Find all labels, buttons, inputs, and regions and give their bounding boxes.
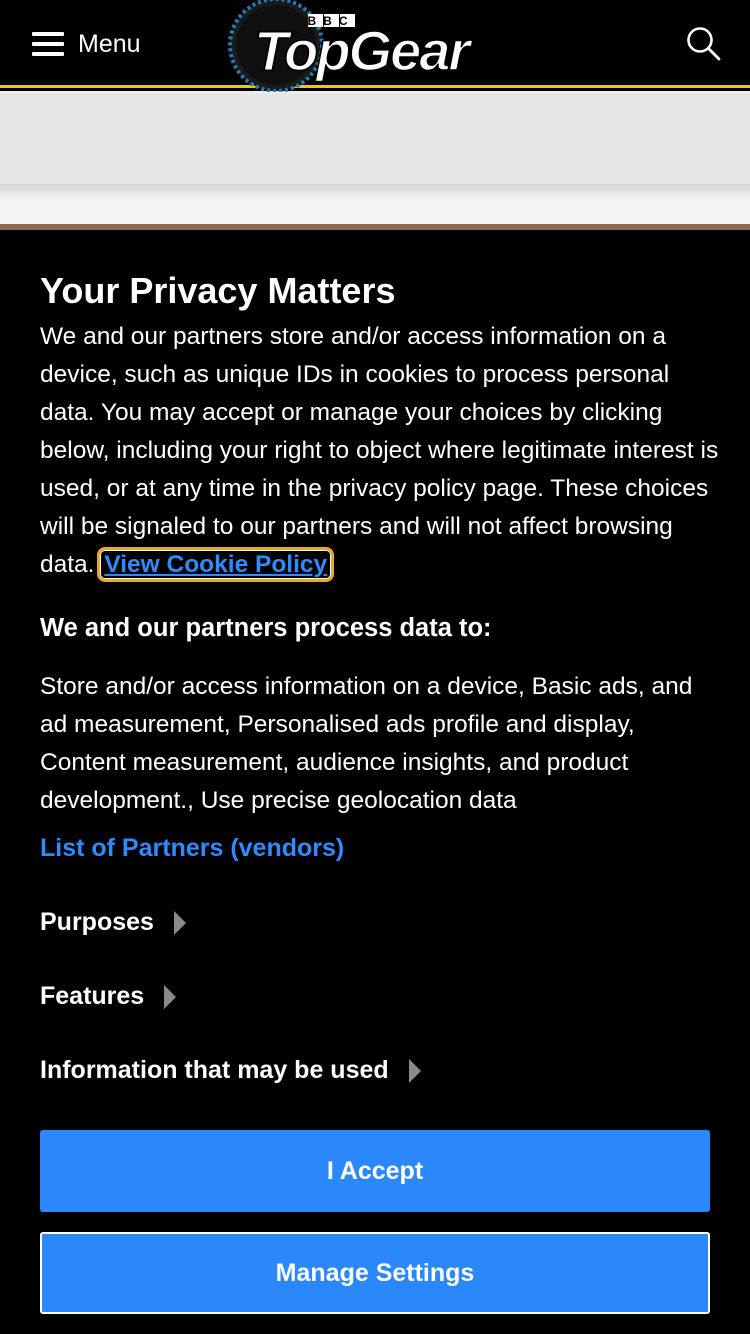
features-label: Features <box>40 982 145 1010</box>
privacy-consent-panel: Your Privacy Matters We and our partners… <box>0 230 750 1334</box>
caret-right-icon <box>408 1058 421 1083</box>
page-background-shadow <box>0 184 750 198</box>
menu-label: Menu <box>78 29 141 58</box>
list-of-partners-link[interactable]: List of Partners (vendors) <box>40 834 344 863</box>
process-data-list: Store and/or access information on a dev… <box>40 673 693 814</box>
manage-settings-button[interactable]: Manage Settings <box>40 1232 710 1314</box>
page-background-shade <box>0 94 750 186</box>
search-button[interactable] <box>684 24 724 64</box>
information-used-label: Information that may be used <box>40 1056 389 1084</box>
view-cookie-policy-link[interactable]: View Cookie Policy <box>97 547 335 582</box>
consent-description: We and our partners store and/or access … <box>40 318 720 584</box>
process-data-heading: We and our partners process data to: <box>40 614 492 642</box>
consent-description-text: We and our partners store and/or access … <box>40 323 719 578</box>
topgear-logo[interactable]: BBC TopGear <box>226 0 530 92</box>
search-icon <box>687 27 721 61</box>
purposes-label: Purposes <box>40 908 154 936</box>
consent-title: Your Privacy Matters <box>40 270 396 311</box>
page-background-light <box>0 198 750 224</box>
purposes-expander[interactable]: Purposes <box>40 908 186 937</box>
caret-right-icon <box>173 910 186 935</box>
logo-text: TopGear <box>254 19 473 82</box>
caret-right-icon <box>164 984 177 1009</box>
hamburger-icon <box>32 32 64 56</box>
features-expander[interactable]: Features <box>40 982 177 1011</box>
site-header: Menu BBC TopGear <box>0 0 750 92</box>
accept-button[interactable]: I Accept <box>40 1130 710 1212</box>
menu-button[interactable]: Menu <box>32 26 141 62</box>
information-used-expander[interactable]: Information that may be used <box>40 1056 421 1085</box>
